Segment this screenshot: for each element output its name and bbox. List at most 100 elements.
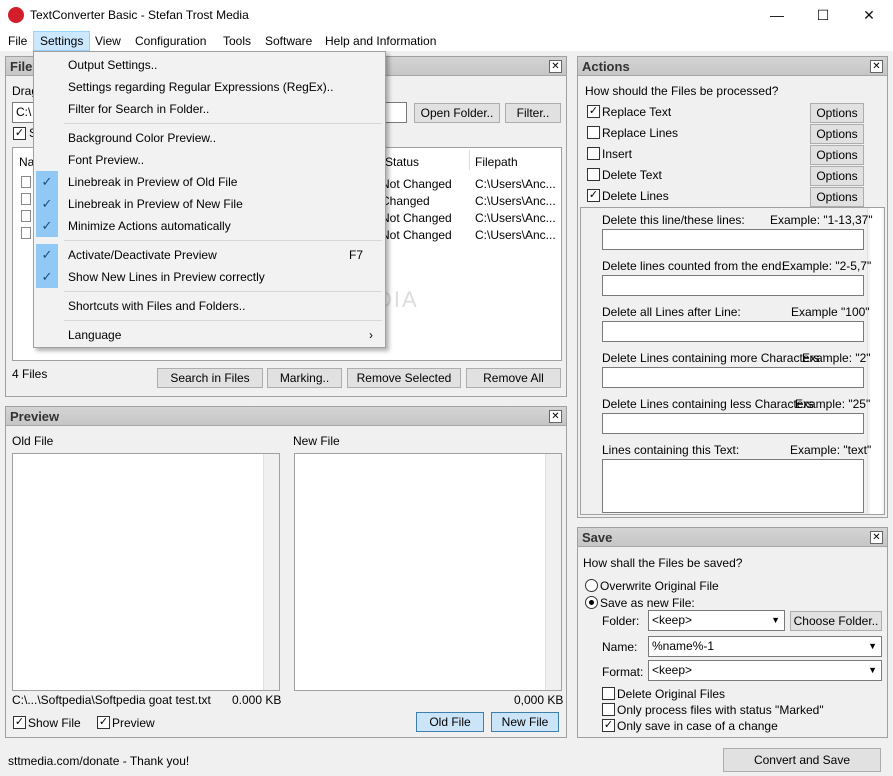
contains-text-input[interactable] [602,459,864,513]
menu-linebreak-old[interactable]: Linebreak in Preview of Old File [36,171,383,193]
remove-selected-button[interactable]: Remove Selected [347,368,461,388]
field-example: Example "100" [791,305,870,319]
field-label: Delete Lines containing less Characters … [602,397,816,411]
close-window-button[interactable]: ✕ [846,0,892,31]
menu-help[interactable]: Help and Information [319,31,442,51]
save-panel: Save ✕ How shall the Files be saved? Ove… [577,527,888,738]
open-folder-button[interactable]: Open Folder.. [414,103,500,123]
menu-language[interactable]: Language › [36,324,383,346]
save-header: Save [578,528,887,547]
folder-label: Folder: [602,614,640,628]
preview-close-icon[interactable]: ✕ [549,410,562,423]
action-label: Insert [602,147,633,161]
options-button[interactable]: Options [810,103,864,123]
delete-after-line-input[interactable] [602,321,864,342]
preview-checkbox[interactable]: ✓ [97,716,110,729]
convert-and-save-button[interactable]: Convert and Save [723,748,881,772]
file-icon [21,193,31,205]
delete-original-label: Delete Original Files [617,687,726,701]
show-file-checkbox[interactable]: ✓ [13,716,26,729]
menu-software[interactable]: Software [259,31,318,51]
name-select[interactable]: %name%-1 ▼ [648,636,882,657]
less-chars-input[interactable] [602,413,864,434]
donate-text[interactable]: sttmedia.com/donate - Thank you! [8,754,189,768]
only-change-checkbox[interactable]: ✓ [602,719,615,732]
show-file-label: Show File [28,716,81,730]
file-icon [21,210,31,222]
delete-lines-input[interactable] [602,229,864,250]
menu-bar: File Settings View Configuration Tools S… [0,31,893,51]
save-question: How shall the Files be saved? [583,556,743,570]
new-file-preview[interactable] [294,453,562,691]
options-button[interactable]: Options [810,145,864,165]
insert-checkbox[interactable] [587,147,600,160]
search-in-files-button[interactable]: Search in Files [157,368,263,388]
format-value: <keep> [652,663,693,677]
menu-view[interactable]: View [89,31,127,51]
minimize-button[interactable]: — [754,0,800,31]
new-file-button[interactable]: New File [491,712,559,732]
files-close-icon[interactable]: ✕ [549,60,562,73]
delete-original-checkbox[interactable] [602,687,615,700]
overwrite-radio[interactable] [585,579,598,592]
field-label: Delete this line/these lines: [602,213,745,227]
more-chars-input[interactable] [602,367,864,388]
replace-lines-checkbox[interactable] [587,126,600,139]
menu-toggle-preview[interactable]: Activate/Deactivate Preview F7 [36,244,383,266]
menu-tools[interactable]: Tools [217,31,257,51]
menu-file[interactable]: File [2,31,33,51]
menu-shortcuts[interactable]: Shortcuts with Files and Folders.. [36,295,383,317]
row-status: Not Changed [381,211,452,225]
subfolders-checkbox[interactable]: ✓ [13,127,26,140]
menu-settings[interactable]: Settings [33,31,91,51]
maximize-button[interactable]: ☐ [800,0,846,31]
actions-question: How should the Files be processed? [585,84,779,98]
menu-configuration[interactable]: Configuration [129,31,212,51]
field-example: Example: "2" [802,351,871,365]
menu-background-color[interactable]: Background Color Preview.. [36,127,383,149]
delete-lines-checkbox[interactable]: ✓ [587,189,600,202]
field-example: Example: "text" [790,443,872,457]
field-label: Delete lines counted from the end: [602,259,785,273]
old-file-size: 0.000 KB [232,693,282,707]
chevron-down-icon: ▼ [868,665,877,675]
file-icon [21,227,31,239]
menu-regex-settings[interactable]: Settings regarding Regular Expressions (… [36,76,383,98]
old-file-preview[interactable] [12,453,280,691]
menu-show-new-lines[interactable]: Show New Lines in Preview correctly [36,266,383,288]
actions-header: Actions [578,57,887,76]
filter-button[interactable]: Filter.. [505,103,561,123]
status-bar: sttmedia.com/donate - Thank you! Convert… [0,747,893,776]
menu-minimize-actions[interactable]: Minimize Actions automatically [36,215,383,237]
delete-text-checkbox[interactable] [587,168,600,181]
menu-toggle-preview-label: Activate/Deactivate Preview [68,248,217,262]
format-select[interactable]: <keep> ▼ [648,660,882,681]
col-status-header[interactable]: Status [385,155,419,169]
only-change-label: Only save in case of a change [617,719,778,733]
save-new-radio[interactable] [585,596,598,609]
options-button[interactable]: Options [810,187,864,207]
only-marked-checkbox[interactable] [602,703,615,716]
title-bar: TextConverter Basic - Stefan Trost Media… [0,0,893,31]
menu-linebreak-new[interactable]: Linebreak in Preview of New File [36,193,383,215]
name-label: Name: [602,640,638,654]
shortcut-f7: F7 [348,248,363,262]
menu-output-settings[interactable]: Output Settings.. [36,54,383,76]
options-button[interactable]: Options [810,166,864,186]
save-close-icon[interactable]: ✕ [870,531,883,544]
row-filepath: C:\Users\Anc... [475,177,556,191]
options-button[interactable]: Options [810,124,864,144]
delete-from-end-input[interactable] [602,275,864,296]
menu-filter-search[interactable]: Filter for Search in Folder.. [36,98,383,120]
action-label: Delete Lines [602,189,669,203]
folder-select[interactable]: <keep> ▼ [648,610,785,631]
replace-text-checkbox[interactable]: ✓ [587,105,600,118]
row-status: Not Changed [381,228,452,242]
old-file-button[interactable]: Old File [416,712,484,732]
choose-folder-button[interactable]: Choose Folder.. [790,611,882,631]
menu-font-preview[interactable]: Font Preview.. [36,149,383,171]
remove-all-button[interactable]: Remove All [466,368,561,388]
marking-button[interactable]: Marking.. [267,368,342,388]
actions-close-icon[interactable]: ✕ [870,60,883,73]
col-filepath-header[interactable]: Filepath [475,155,518,169]
